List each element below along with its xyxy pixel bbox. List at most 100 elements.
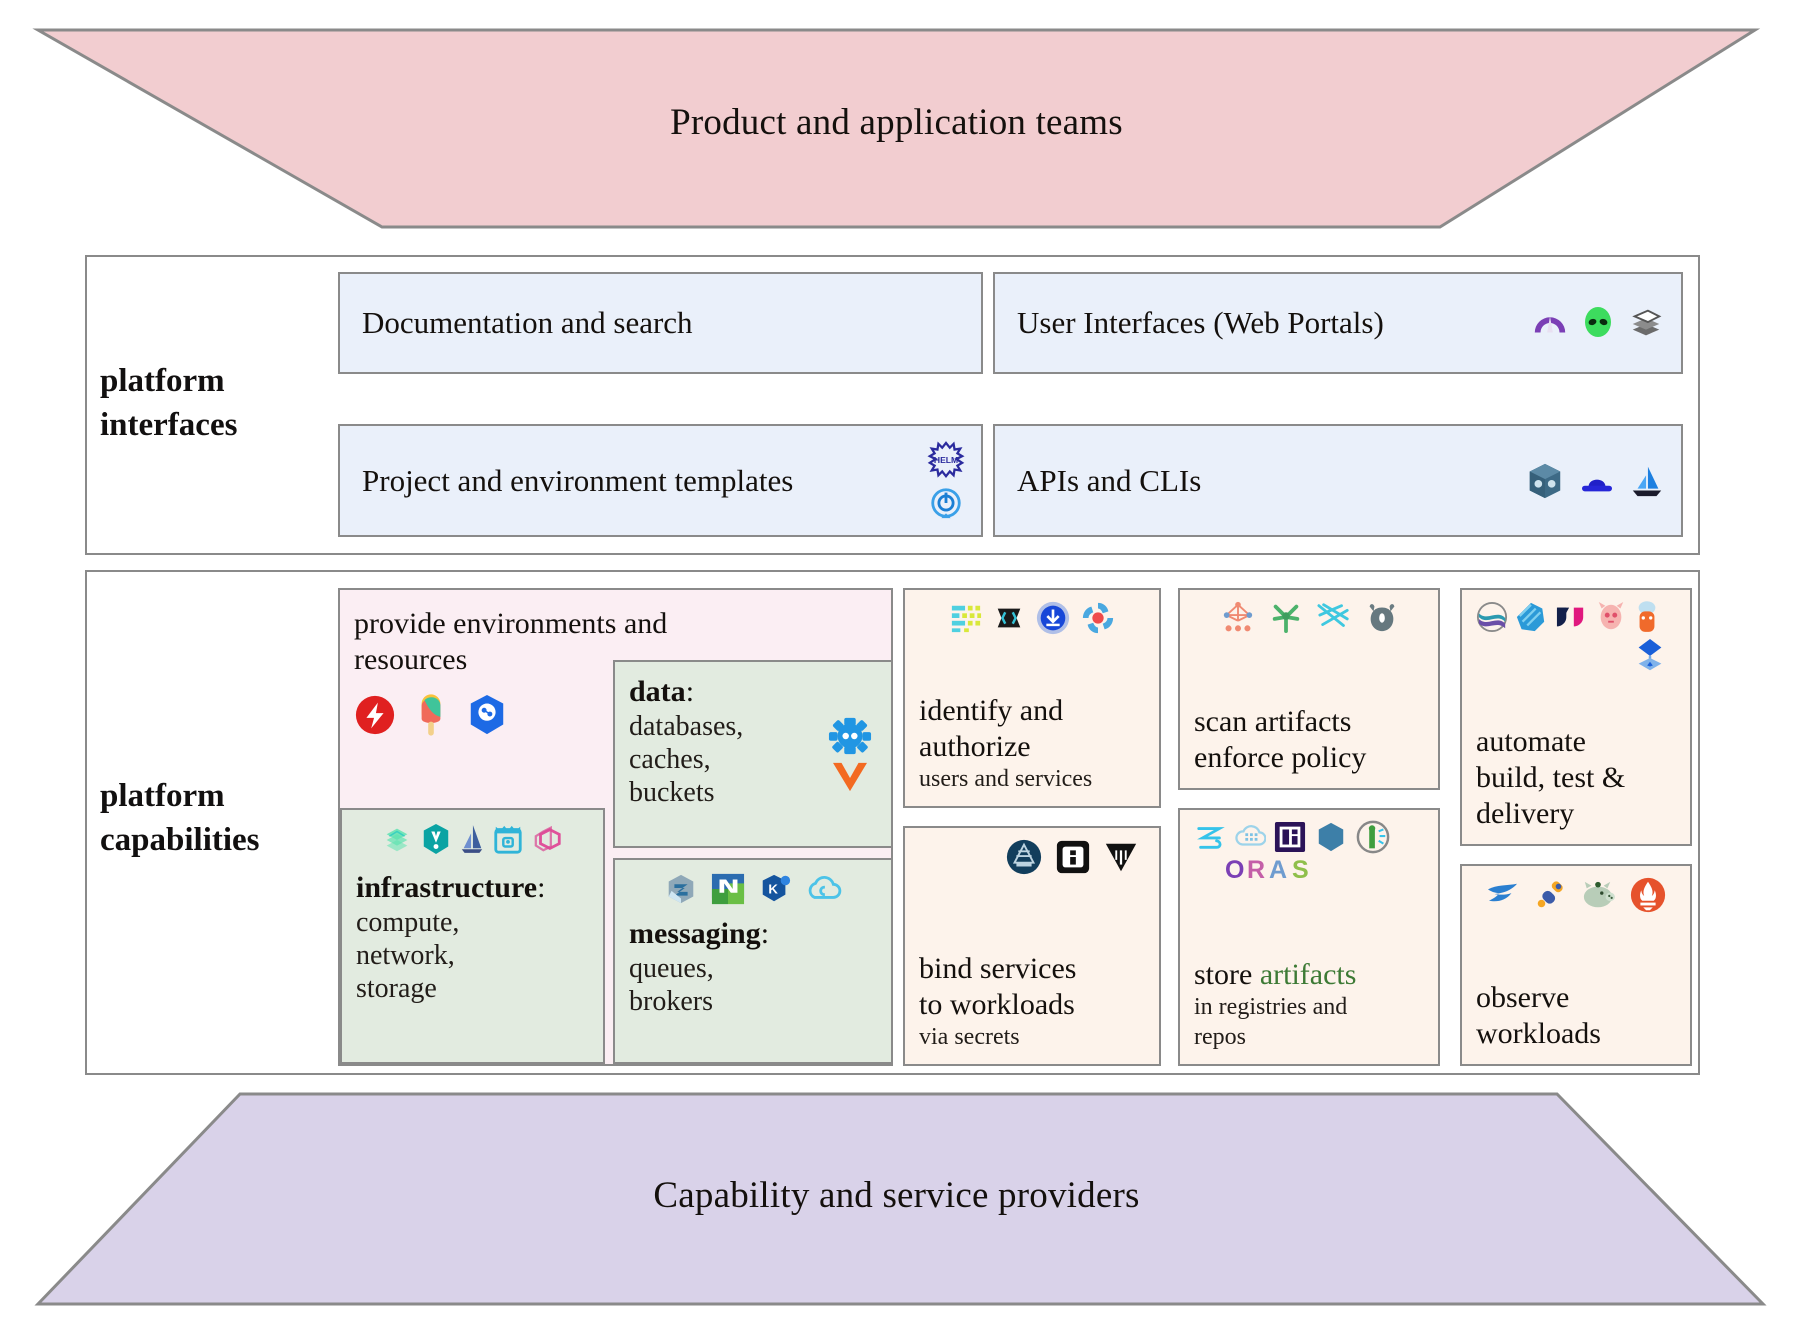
opentelemetry-icon [1533,878,1567,912]
box-observe-workloads[interactable]: observe workloads [1460,864,1692,1066]
bind-heading-line2: to workloads [919,987,1075,1021]
gatekeeper-icon [1365,600,1399,634]
infrastructure-line-2: network, [356,940,455,972]
data-line-3: buckets [629,777,715,809]
card-apis-and-clis[interactable]: APIs and CLIs [993,424,1683,537]
card-user-interfaces-icons [1531,304,1665,342]
svg-text:A: A [1269,856,1287,884]
top-band-label: Product and application teams [670,102,1123,143]
kyverno-icon [1219,600,1257,634]
flux-icon [1554,602,1588,632]
oras-wordmark-icon: O R A S [1222,852,1320,886]
pulumi-icon [420,822,452,856]
automate-icons-row2 [1476,637,1676,677]
capability-and-service-providers-band: Capability and service providers [0,1090,1793,1308]
box-scan-artifacts-enforce-policy[interactable]: scan artifacts enforce policy [1178,588,1440,790]
platform-capabilities-label-line2: capabilities [100,821,260,858]
identify-icons [919,600,1145,636]
bottom-band-label: Capability and service providers [653,1174,1140,1216]
provide-heading-line1: provide environments and [354,607,668,640]
infrastructure-heading-colon: : [537,871,546,904]
fluentd-icon [1485,880,1521,910]
automate-heading-line2: build, test & [1476,761,1626,794]
platform-interfaces-label-line1: platform [100,363,225,399]
identify-heading-line1: identify and [919,693,1064,727]
sailboat-icon [1629,462,1665,500]
dex-icon [1035,600,1071,636]
messaging-line-1: queues, [629,953,714,984]
prometheus-icon [1629,876,1667,914]
terraform-stack-icon [381,823,413,855]
card-user-interfaces[interactable]: User Interfaces (Web Portals) [993,272,1683,374]
data-line-2: caches, [629,744,711,776]
open-policy-agent-icon [1269,600,1303,634]
messaging-heading-colon: : [760,917,770,950]
data-icons [827,672,877,836]
port-alien-icon [1583,306,1613,340]
box-bind-services-to-workloads[interactable]: bind services to workloads via secrets [903,826,1161,1066]
svg-text:K: K [768,882,778,897]
store-icons [1194,820,1424,854]
scan-icons [1194,600,1424,634]
vault-icon [1103,839,1139,875]
automate-icons-row1 [1476,600,1676,634]
oras-wordmark-row: O R A S [1194,852,1424,886]
kratix-stack-icon [1627,305,1665,341]
cluster-api-icon [492,822,524,856]
box-messaging[interactable]: K messaging: queues, brokers [613,858,893,1064]
spiffe-icon [993,602,1025,634]
box-store-artifacts[interactable]: O R A S store artifacts in registries an… [1178,808,1440,1066]
product-and-application-teams-band: Product and application teams [0,26,1793,231]
infrastructure-line-1: compute, [356,907,460,938]
nats-icon [710,872,746,906]
popsicle-icon [416,692,446,738]
knative-icon [664,872,698,906]
platform-interfaces-label-line2: interfaces [100,406,238,443]
observe-icons [1476,876,1676,914]
store-heading-accent: artifacts [1259,958,1357,992]
box-data[interactable]: data: databases, caches, buckets [613,660,893,848]
crossplane-cube-icon [1525,461,1565,501]
card-documentation-and-search[interactable]: Documentation and search [338,272,983,374]
bind-sub: via secrets [919,1023,1020,1050]
card-user-interfaces-title: User Interfaces (Web Portals) [1017,305,1384,340]
kustomize-icon [928,484,964,522]
infrastructure-icons [356,822,589,856]
kubevela-icon [466,693,508,737]
shipwright-icon [1632,637,1668,677]
platform-capabilities-label-line1: platform [100,778,225,814]
svg-text:HELM: HELM [934,454,958,464]
backstage-icon [1531,304,1569,342]
automate-heading-line1: automate [1476,725,1586,758]
bind-icons [919,838,1145,876]
zot-icon [1194,822,1226,852]
card-project-and-environment-templates[interactable]: Project and environment templates HELM [338,424,983,537]
box-automate-build-test-delivery[interactable]: automate build, test & delivery [1460,588,1692,846]
data-heading: data [629,675,686,708]
box-identify-and-authorize[interactable]: identify and authorize users and service… [903,588,1161,808]
messaging-heading: messaging [629,917,761,950]
keptn-icon [1634,600,1660,634]
kafka-strimzi-icon: K [758,872,792,906]
bind-heading-line1: bind services [919,951,1077,985]
external-secrets-icon [1005,838,1043,876]
tekton-icon [1476,601,1508,633]
dapr-icon [354,694,396,736]
hexagon-registry-icon [1314,821,1348,853]
bowler-hat-icon [1579,466,1615,496]
argo-icon [1515,601,1547,633]
scan-heading-line2: enforce policy [1194,741,1367,774]
observe-heading-line2: workloads [1476,1017,1601,1050]
identify-sub: users and services [919,765,1093,792]
messaging-icons: K [629,872,877,906]
box-infrastructure[interactable]: infrastructure: compute, network, storag… [340,808,605,1064]
oci-registry-icon [1274,821,1306,853]
card-apis-and-clis-icons [1525,461,1665,501]
secret-box-icon [1055,839,1091,875]
kubevirt-icon [531,824,565,854]
card-templates-title: Project and environment templates [362,462,794,498]
vitess-icon [829,760,871,794]
cloudevents-icon [804,874,842,904]
svg-text:R: R [1247,856,1265,884]
infrastructure-heading: infrastructure [356,871,538,904]
